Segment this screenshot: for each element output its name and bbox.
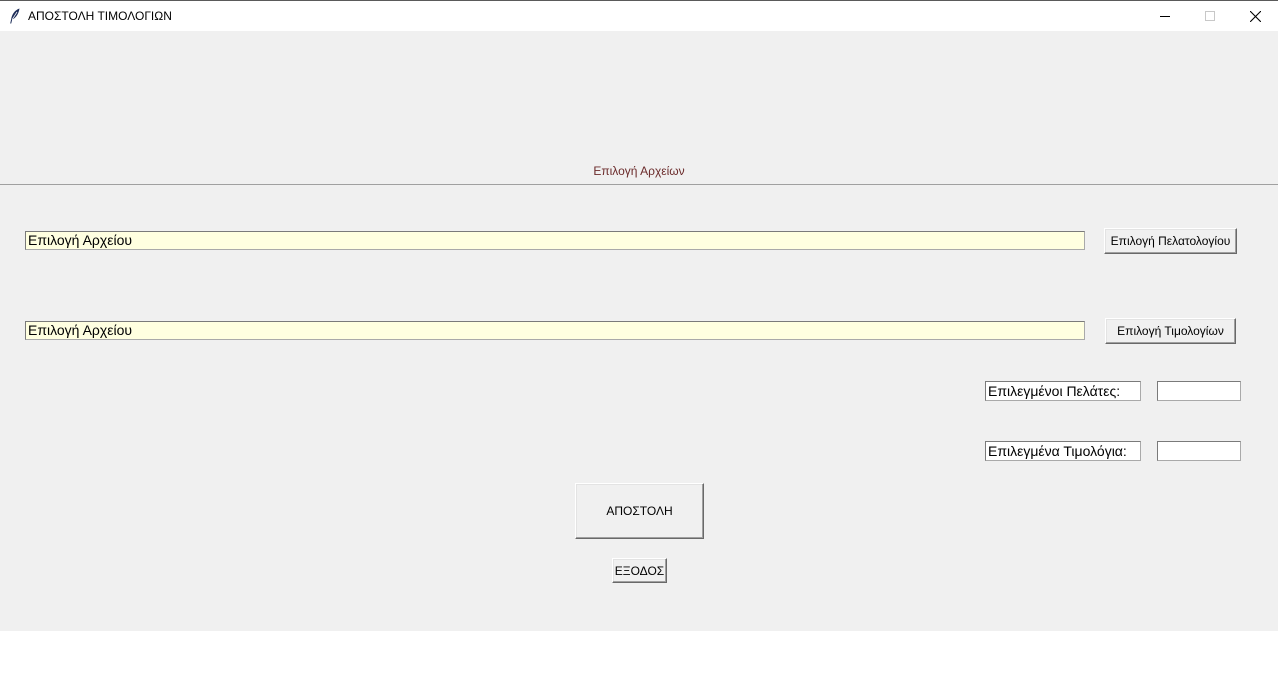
- feather-icon: [9, 8, 21, 24]
- selected-customers-label: Επιλεγμένοι Πελάτες:: [985, 381, 1141, 401]
- close-icon: [1249, 10, 1261, 22]
- select-customers-button[interactable]: Επιλογή Πελατολογίου: [1104, 228, 1237, 254]
- window-title: ΑΠΟΣΤΟΛΗ ΤΙΜΟΛΟΓΙΩΝ: [28, 9, 172, 23]
- selected-invoices-field[interactable]: [1157, 441, 1241, 461]
- main-window-area: Επιλογή Αρχείων Επιλογή Αρχείου Επιλογή …: [0, 31, 1278, 631]
- maximize-icon: [1205, 11, 1215, 21]
- minimize-button[interactable]: [1142, 1, 1188, 31]
- select-invoices-button[interactable]: Επιλογή Τιμολογίων: [1105, 318, 1236, 344]
- section-divider: [0, 184, 1278, 185]
- section-label-file-selection: Επιλογή Αρχείων: [593, 164, 685, 178]
- invoices-file-path-field[interactable]: Επιλογή Αρχείου: [25, 321, 1085, 340]
- customers-file-path-field[interactable]: Επιλογή Αρχείου: [25, 231, 1085, 250]
- maximize-button[interactable]: [1187, 1, 1233, 31]
- selected-invoices-label: Επιλεγμένα Τιμολόγια:: [985, 441, 1141, 461]
- title-bar: ΑΠΟΣΤΟΛΗ ΤΙΜΟΛΟΓΙΩΝ: [0, 0, 1278, 31]
- selected-customers-field[interactable]: [1157, 381, 1241, 401]
- minimize-icon: [1160, 16, 1170, 17]
- close-button[interactable]: [1232, 1, 1278, 31]
- send-button[interactable]: ΑΠΟΣΤΟΛΗ: [575, 483, 704, 539]
- exit-button[interactable]: ΕΞΟΔΟΣ: [612, 558, 667, 583]
